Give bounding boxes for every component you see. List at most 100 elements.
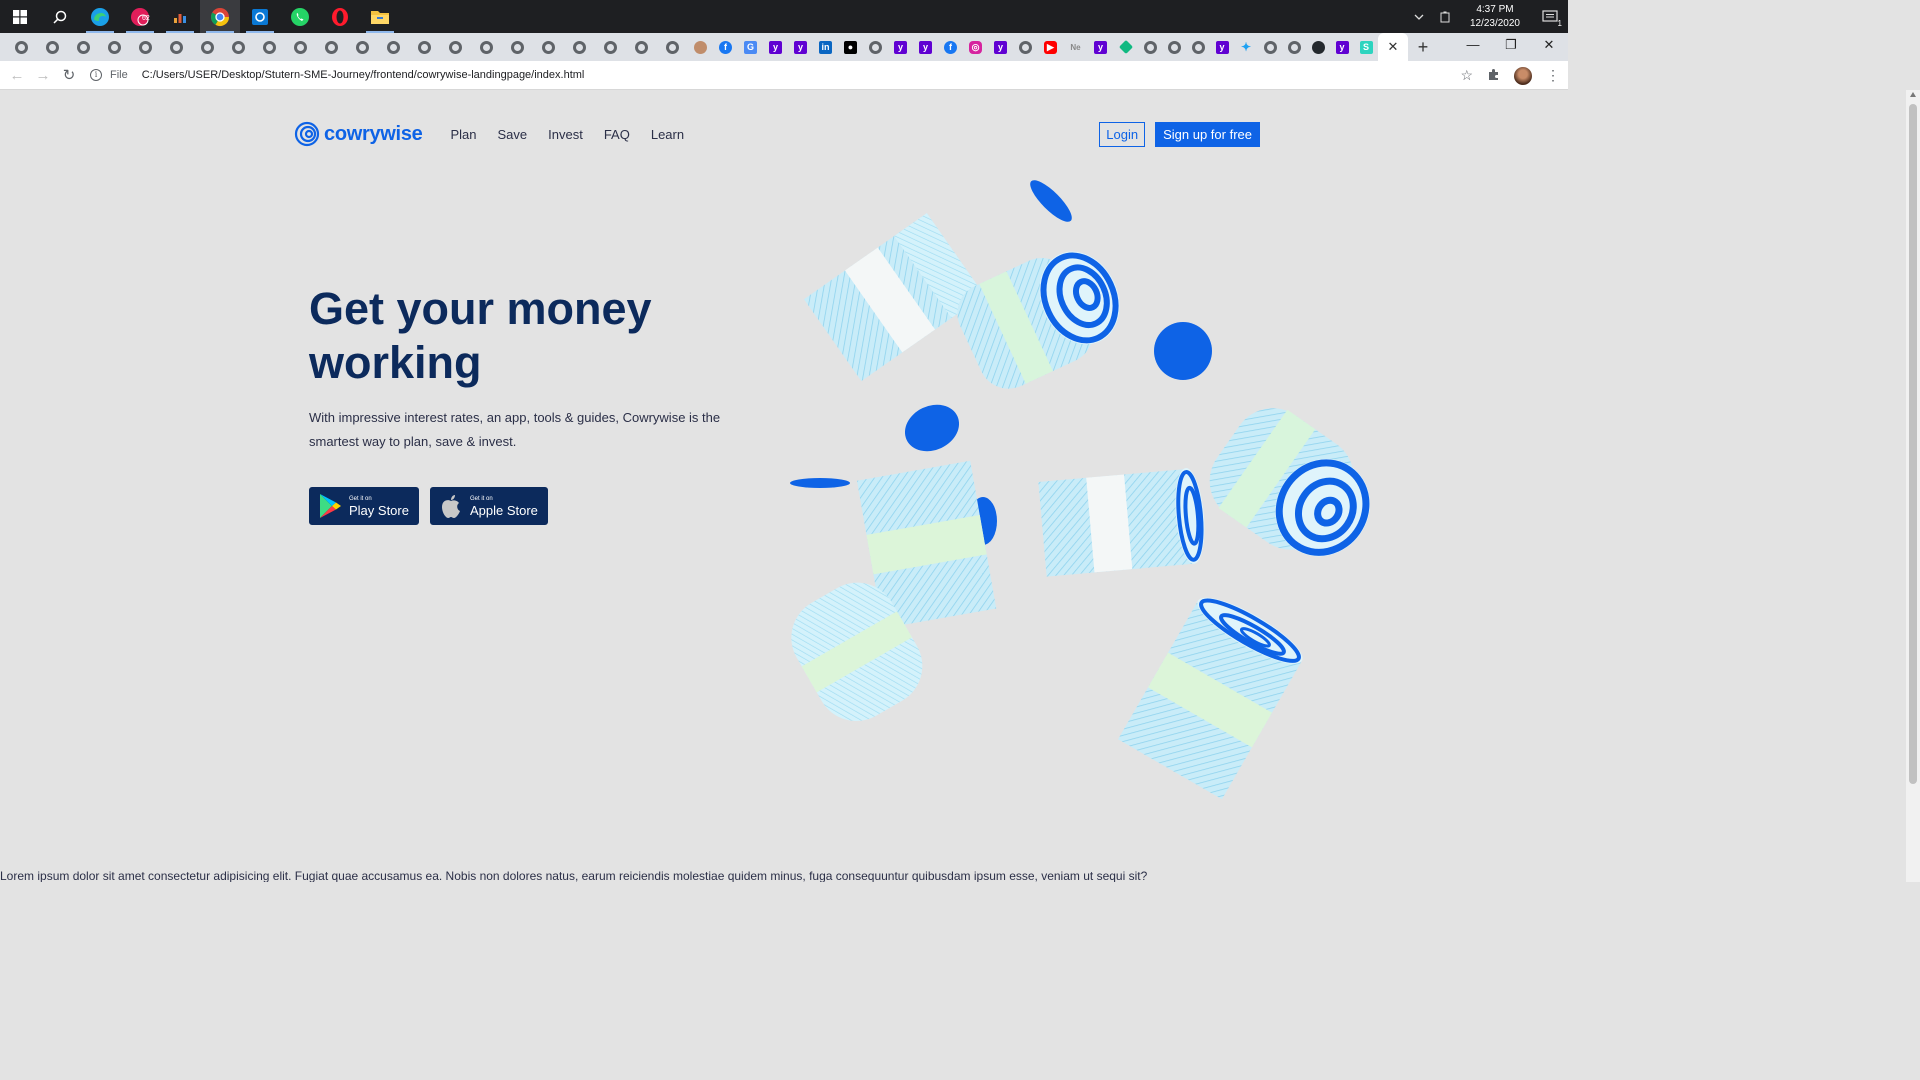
- browser-tab[interactable]: [6, 33, 37, 61]
- browser-tab[interactable]: [533, 33, 564, 61]
- new-tab-button[interactable]: +: [1408, 33, 1438, 61]
- restore-icon[interactable]: ❐: [1492, 33, 1530, 57]
- browser-tab[interactable]: ▶: [1038, 33, 1063, 61]
- opera-icon[interactable]: [320, 0, 360, 33]
- bookmark-star-icon[interactable]: ☆: [1460, 67, 1473, 84]
- browser-tab[interactable]: [1282, 33, 1306, 61]
- play-store-button[interactable]: Get it on Play Store: [309, 487, 419, 525]
- page-scrollbar[interactable]: [1906, 90, 1920, 882]
- browser-tab[interactable]: ✦: [1234, 33, 1258, 61]
- browser-tab[interactable]: in: [813, 33, 838, 61]
- outlook-icon[interactable]: [240, 0, 280, 33]
- forward-icon[interactable]: →: [30, 67, 56, 84]
- globe-icon: [542, 40, 555, 54]
- browser-tab[interactable]: [316, 33, 347, 61]
- browser-tab[interactable]: [409, 33, 440, 61]
- chrome-icon[interactable]: [200, 0, 240, 33]
- address-bar[interactable]: i File C:/Users/USER/Desktop/Stutern-SME…: [90, 64, 584, 86]
- url-text[interactable]: C:/Users/USER/Desktop/Stutern-SME-Journe…: [142, 69, 585, 81]
- browser-tab[interactable]: [1138, 33, 1162, 61]
- browser-tab[interactable]: [223, 33, 254, 61]
- nav-link-invest[interactable]: Invest: [548, 127, 583, 142]
- browser-tab[interactable]: Ne: [1063, 33, 1088, 61]
- extensions-icon[interactable]: [1487, 68, 1500, 84]
- browser-tab[interactable]: [1258, 33, 1282, 61]
- reload-icon[interactable]: ↻: [56, 66, 82, 84]
- edge-icon[interactable]: [80, 0, 120, 33]
- nav-link-plan[interactable]: Plan: [450, 127, 476, 142]
- nav-link-save[interactable]: Save: [498, 127, 528, 142]
- browser-tab[interactable]: [626, 33, 657, 61]
- back-icon[interactable]: ←: [4, 67, 30, 84]
- slack-badge: 62: [142, 15, 150, 22]
- browser-tab[interactable]: y: [1088, 33, 1113, 61]
- whatsapp-icon[interactable]: [280, 0, 320, 33]
- browser-tab[interactable]: ●: [838, 33, 863, 61]
- minimize-icon[interactable]: —: [1454, 33, 1492, 57]
- browser-tab[interactable]: [1306, 33, 1330, 61]
- browser-tab[interactable]: [1113, 33, 1138, 61]
- browser-tab[interactable]: [285, 33, 316, 61]
- browser-tab[interactable]: f: [713, 33, 738, 61]
- profile-avatar[interactable]: [1514, 66, 1532, 85]
- browser-tab[interactable]: [130, 33, 161, 61]
- browser-tab[interactable]: [161, 33, 192, 61]
- browser-tab[interactable]: [863, 33, 888, 61]
- slack-icon[interactable]: 62: [120, 0, 160, 33]
- windows-start-icon[interactable]: [0, 0, 40, 33]
- info-icon[interactable]: i: [90, 69, 102, 81]
- browser-tab[interactable]: [1162, 33, 1186, 61]
- browser-tab[interactable]: y: [763, 33, 788, 61]
- browser-tab[interactable]: [657, 33, 688, 61]
- browser-tab[interactable]: f: [938, 33, 963, 61]
- globe-icon: [604, 40, 617, 54]
- cowrywise-logo[interactable]: cowrywise: [294, 121, 423, 147]
- browser-tab[interactable]: y: [988, 33, 1013, 61]
- browser-tab[interactable]: G: [738, 33, 763, 61]
- browser-tab[interactable]: y: [1330, 33, 1354, 61]
- browser-tab[interactable]: S: [1354, 33, 1378, 61]
- browser-tab-active[interactable]: ✕: [1378, 33, 1408, 61]
- browser-tab[interactable]: [1186, 33, 1210, 61]
- browser-tab[interactable]: [192, 33, 223, 61]
- nav-link-faq[interactable]: FAQ: [604, 127, 630, 142]
- browser-tab[interactable]: [502, 33, 533, 61]
- browser-tab[interactable]: [688, 33, 713, 61]
- browser-tab[interactable]: [378, 33, 409, 61]
- scrollbar-thumb[interactable]: [1909, 104, 1917, 784]
- browser-tab[interactable]: [68, 33, 99, 61]
- menu-dots-icon[interactable]: ⋮: [1546, 67, 1560, 84]
- browser-tab[interactable]: [254, 33, 285, 61]
- browser-tab[interactable]: [37, 33, 68, 61]
- browser-tab[interactable]: y: [913, 33, 938, 61]
- file-explorer-icon[interactable]: [360, 0, 400, 33]
- browser-tab[interactable]: [564, 33, 595, 61]
- browser-tab[interactable]: [471, 33, 502, 61]
- login-button[interactable]: Login: [1099, 121, 1146, 147]
- browser-tab[interactable]: ◎: [963, 33, 988, 61]
- globe-icon: [108, 40, 121, 54]
- scroll-up-icon[interactable]: [1910, 92, 1916, 97]
- signup-button[interactable]: Sign up for free: [1155, 121, 1260, 147]
- browser-tab[interactable]: [595, 33, 626, 61]
- globe-icon: [869, 40, 882, 54]
- browser-tab[interactable]: [347, 33, 378, 61]
- browser-tab[interactable]: [440, 33, 471, 61]
- coin: [1154, 322, 1212, 380]
- battery-icon[interactable]: [1432, 0, 1458, 33]
- nav-link-learn[interactable]: Learn: [651, 127, 684, 142]
- browser-tab[interactable]: y: [1210, 33, 1234, 61]
- close-window-icon[interactable]: ✕: [1530, 33, 1568, 57]
- browser-tab[interactable]: y: [888, 33, 913, 61]
- clock[interactable]: 4:37 PM 12/23/2020: [1458, 3, 1532, 31]
- browser-tab[interactable]: [1013, 33, 1038, 61]
- browser-tab[interactable]: y: [788, 33, 813, 61]
- search-icon[interactable]: [40, 0, 80, 33]
- yahoo-icon: y: [894, 40, 907, 54]
- browser-tab[interactable]: [99, 33, 130, 61]
- notification-icon[interactable]: 1: [1532, 0, 1568, 33]
- apple-store-button[interactable]: Get it on Apple Store: [429, 487, 548, 525]
- chart-app-icon[interactable]: [160, 0, 200, 33]
- chevron-up-icon[interactable]: [1406, 0, 1432, 33]
- close-tab-icon[interactable]: ✕: [1388, 39, 1399, 55]
